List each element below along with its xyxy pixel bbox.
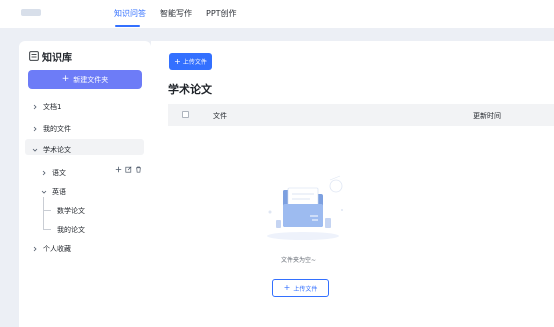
tree-item-doc1[interactable]: 文档1 [32,102,61,112]
upload-button[interactable]: + 上传文件 [169,53,212,70]
empty-upload-button[interactable]: + 上传文件 [272,279,329,297]
tab-ppt-creation[interactable]: PPT创作 [206,8,237,19]
tree-item-label: 我的论文 [57,226,85,234]
select-all-checkbox[interactable] [182,111,189,118]
tab-knowledge-qa[interactable]: 知识问答 [114,8,146,19]
chevron-right-icon [33,246,37,252]
top-bar: 知识问答 智能写作 PPT创作 [0,0,554,28]
page-title: 学术论文 [168,83,212,96]
tree-connector [43,229,51,230]
plus-icon: + [61,74,70,84]
chevron-right-icon [33,126,37,132]
column-header-file: 文件 [213,112,227,120]
tree-item-label: 个人收藏 [43,245,71,253]
delete-icon[interactable] [135,166,142,173]
tree-item-label: 语文 [52,169,66,177]
tree-connector [43,210,51,211]
chevron-right-icon [33,104,37,110]
tree-item-personal-favorites[interactable]: 个人收藏 [32,244,71,254]
main-panel: + 上传文件 学术论文 文件 更新时间 [151,41,554,327]
tree-item-label: 我的文件 [43,125,71,133]
empty-folder-icon [267,175,343,240]
chevron-down-icon [32,148,38,152]
add-icon[interactable] [115,166,122,173]
empty-state-text: 文件夹为空~ [281,257,317,264]
tab-smart-writing[interactable]: 智能写作 [160,8,192,19]
tree-item-english[interactable]: 英语 [41,187,66,197]
tree-item-math-papers[interactable]: 数学论文 [57,206,85,216]
active-tab-indicator [115,25,140,27]
chevron-right-icon [42,170,46,176]
edit-icon[interactable] [125,166,132,173]
tree-item-my-papers[interactable]: 我的论文 [57,225,85,235]
knowledge-base-sidebar: 知识库 + 新建文件夹 文档1 我的文件 学术论文 语文 英语 数学论文 我的论… [19,41,151,327]
tree-item-label: 文档1 [43,103,62,111]
upload-label: 上传文件 [182,59,207,66]
table-header: 文件 更新时间 [168,104,554,126]
sidebar-title: 知识库 [42,53,72,64]
column-header-updated-time: 更新时间 [473,112,501,120]
plus-icon: + [174,56,181,66]
tree-connector [43,197,44,229]
row-actions [115,166,142,173]
tree-item-label: 英语 [52,188,66,196]
plus-icon: + [283,283,291,292]
tree-item-label: 学术论文 [43,146,71,154]
tree-item-label: 数学论文 [57,207,85,215]
app-logo [21,9,41,16]
new-folder-button[interactable]: + 新建文件夹 [28,70,142,89]
book-icon [29,51,39,61]
new-folder-label: 新建文件夹 [73,75,109,84]
upload-label: 上传文件 [293,285,318,293]
tree-item-chinese[interactable]: 语文 [41,168,66,178]
tree-item-my-files[interactable]: 我的文件 [32,124,71,134]
tree-item-academic-papers[interactable]: 学术论文 [32,145,71,155]
chevron-down-icon [41,190,47,194]
